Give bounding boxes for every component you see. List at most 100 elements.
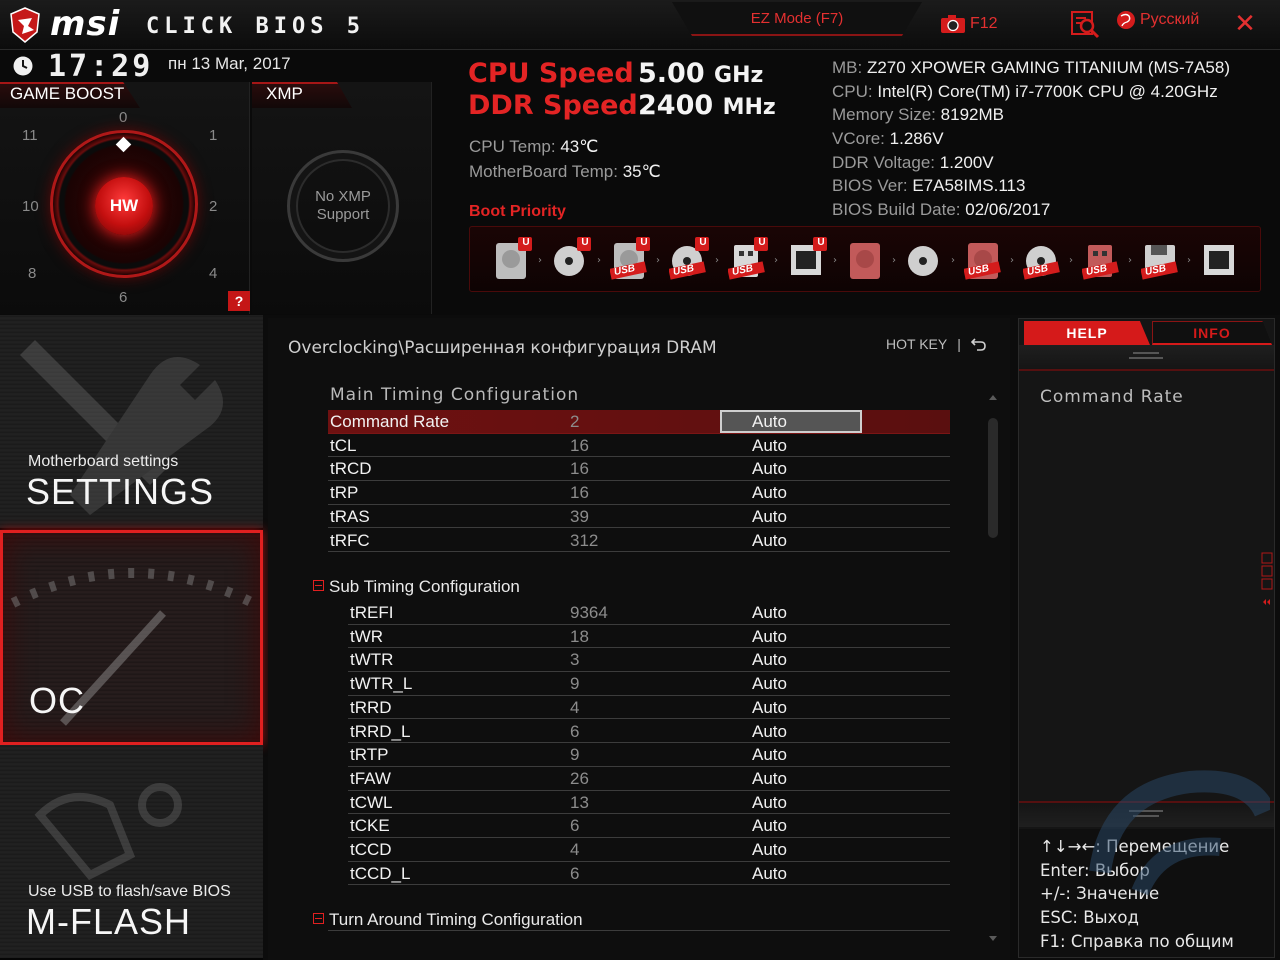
nav-settings[interactable]: Motherboard settings SETTINGS — [0, 315, 263, 530]
timing-row[interactable]: tRFC 312 Auto — [328, 529, 950, 553]
timing-setting[interactable]: Auto — [752, 769, 787, 789]
key-name: F1: — [1040, 931, 1066, 951]
help-scroll-down[interactable] — [1019, 801, 1274, 827]
optical-disc-icon[interactable]: U — [551, 235, 593, 283]
hdd-icon[interactable]: U — [492, 235, 534, 283]
timing-setting[interactable]: Auto — [752, 722, 787, 742]
timing-name: tRTP — [350, 745, 389, 765]
usb-disc-icon[interactable]: USB — [1022, 235, 1065, 283]
boot-uefi-badge: U — [522, 237, 530, 248]
usb-disc-icon[interactable]: U USB — [668, 235, 711, 283]
dial-number: 10 — [22, 198, 39, 215]
timing-current-value: 39 — [570, 506, 589, 526]
chevron-right-icon: › — [774, 255, 778, 266]
network-icon[interactable]: U — [787, 235, 829, 283]
sub-timing-header[interactable]: Sub Timing Configuration — [313, 577, 520, 597]
game-boost-help-button[interactable]: ? — [228, 291, 250, 311]
timing-row[interactable]: tFAW 26 Auto — [348, 767, 950, 791]
timing-row[interactable]: tCCD 4 Auto — [348, 838, 950, 862]
key-legend: ↑↓→←: Перемещение Enter: Выбор +/-: Знач… — [1019, 829, 1274, 957]
optical-disc-icon[interactable] — [905, 235, 947, 283]
timing-row[interactable]: tCCD_L 6 Auto — [348, 862, 950, 886]
timing-setting[interactable]: Auto — [752, 412, 787, 432]
timing-setting[interactable]: Auto — [752, 650, 787, 670]
timing-setting[interactable]: Auto — [752, 745, 787, 765]
ez-mode-button[interactable]: EZ Mode (F7) — [672, 2, 922, 36]
key-desc: Перемещение — [1106, 837, 1230, 856]
key-row: +/-: Значение — [1040, 884, 1274, 908]
timing-row[interactable]: tRRD 4 Auto — [348, 696, 950, 720]
timing-row[interactable]: tWR 18 Auto — [348, 625, 950, 649]
timing-row[interactable]: tCL 16 Auto — [328, 434, 950, 458]
timing-row[interactable]: tREFI 9364 Auto — [348, 601, 950, 625]
timing-row[interactable]: tWTR_L 9 Auto — [348, 672, 950, 696]
timing-setting[interactable]: Auto — [752, 698, 787, 718]
setting-value-box[interactable] — [720, 410, 862, 433]
timing-row[interactable]: tRRD_L 6 Auto — [348, 720, 950, 744]
back-icon[interactable] — [970, 336, 987, 352]
timing-row[interactable]: Command Rate 2 Auto — [328, 410, 950, 434]
timing-current-value: 9 — [570, 745, 580, 765]
timing-row[interactable]: tRCD 16 Auto — [328, 457, 950, 482]
nav-oc[interactable]: OC — [0, 530, 263, 745]
chevron-right-icon: › — [715, 255, 719, 266]
sysinfo-value: 02/06/2017 — [965, 200, 1051, 220]
globe-icon — [1117, 11, 1135, 29]
chevron-right-icon: › — [1128, 255, 1132, 266]
timing-setting[interactable]: Auto — [752, 459, 787, 479]
timing-row[interactable]: tCWL 13 Auto — [348, 791, 950, 815]
usb-hdd-icon[interactable]: U USB — [609, 235, 652, 283]
timing-row[interactable]: tRP 16 Auto — [328, 481, 950, 505]
hotkey-button[interactable]: HOT KEY — [886, 336, 947, 352]
network-icon[interactable] — [1200, 235, 1242, 283]
timing-setting[interactable]: Auto — [752, 436, 787, 456]
timing-setting[interactable]: Auto — [752, 627, 787, 647]
timing-setting[interactable]: Auto — [752, 531, 787, 551]
language-button[interactable]: Русский — [1116, 10, 1199, 30]
help-scroll-up[interactable] — [1019, 345, 1274, 371]
timing-setting[interactable]: Auto — [752, 507, 787, 527]
timing-row[interactable]: tCKE 6 Auto — [348, 814, 950, 838]
nav-mflash[interactable]: Use USB to flash/save BIOS M-FLASH — [0, 745, 263, 960]
usb-hdd-icon[interactable]: USB — [963, 235, 1006, 283]
timing-setting[interactable]: Auto — [752, 483, 787, 503]
turn-around-header[interactable]: Turn Around Timing Configuration — [313, 910, 583, 930]
timing-current-value: 16 — [570, 435, 589, 455]
game-boost-title: GAME BOOST — [10, 84, 125, 103]
usb-floppy-icon[interactable]: USB — [1140, 235, 1183, 283]
panel-collapse-handle[interactable] — [1261, 552, 1273, 608]
key-desc: Выбор — [1094, 860, 1150, 880]
search-icon[interactable] — [1070, 9, 1100, 39]
scrollbar[interactable] — [986, 388, 1000, 948]
xmp-toggle[interactable]: No XMP Support — [287, 150, 399, 262]
timing-setting[interactable]: Auto — [752, 674, 787, 694]
sysinfo-label: VCore: — [832, 129, 885, 149]
boot-uefi-badge: U — [758, 237, 766, 248]
timing-setting[interactable]: Auto — [752, 793, 787, 813]
timing-row[interactable]: tWTR 3 Auto — [348, 648, 950, 673]
timing-setting[interactable]: Auto — [752, 840, 787, 860]
chevron-right-icon: › — [1187, 255, 1191, 266]
sysinfo-label: MB: — [832, 58, 863, 77]
bios-window: msi CLICK BIOS 5 EZ Mode (F7) F12 Русски… — [0, 0, 1280, 960]
game-boost-hw-button[interactable]: HW — [95, 177, 153, 235]
chevron-right-icon: › — [1010, 255, 1014, 266]
tab-info[interactable]: INFO — [1152, 321, 1272, 345]
dial-number: 11 — [22, 127, 38, 144]
scroll-thumb[interactable] — [988, 418, 998, 538]
tab-help[interactable]: HELP — [1024, 321, 1150, 345]
sysinfo-row: MB: Z270 XPOWER GAMING TITANIUM (MS-7A58… — [832, 58, 1272, 82]
timing-row[interactable]: tRTP 9 Auto — [348, 743, 950, 767]
screenshot-button[interactable]: F12 — [940, 10, 998, 38]
sysinfo-label: CPU: — [832, 81, 873, 101]
timing-setting[interactable]: Auto — [752, 816, 787, 836]
timing-setting[interactable]: Auto — [752, 603, 787, 623]
timing-row[interactable]: tRAS 39 Auto — [328, 505, 950, 529]
usb-key-icon[interactable]: USB — [1081, 235, 1124, 283]
usb-key-icon[interactable]: U USB — [727, 235, 770, 283]
hdd-icon[interactable] — [846, 235, 888, 283]
dial-number: 6 — [119, 289, 128, 306]
timing-setting[interactable]: Auto — [752, 864, 787, 884]
ddr-speed-number: 2400 — [638, 90, 714, 121]
close-button[interactable]: ✕ — [1233, 10, 1257, 38]
